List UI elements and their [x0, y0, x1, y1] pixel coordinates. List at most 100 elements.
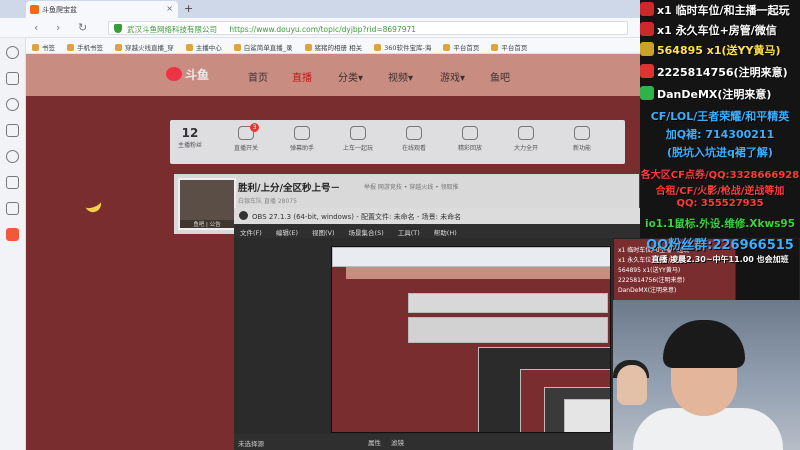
url-field[interactable]: 武汉斗鱼网络科技有限公司 https://www.douyu.com/topic… [108, 21, 628, 35]
reload-icon[interactable]: ↻ [78, 21, 87, 34]
overlay-line-12: io1.1鼠标.外设.维修.Xkws95 [644, 218, 796, 230]
menu-view[interactable]: 视图(V) [312, 229, 335, 237]
browser-sidebar [0, 38, 26, 450]
overlay-line-1: x1 临时车位/和主播一起玩 [640, 2, 800, 18]
search-icon[interactable] [6, 98, 19, 111]
app-icon[interactable] [6, 228, 19, 241]
tab-title: 斗鱼爬宝盆 [42, 6, 77, 14]
menu-tools[interactable]: 工具(T) [398, 229, 420, 237]
bookmark[interactable]: 手机书签 [67, 42, 103, 52]
tool-live-switch[interactable]: 3 直播开关 [226, 123, 266, 152]
star-icon[interactable] [6, 46, 19, 59]
car-badge-icon [640, 22, 654, 36]
wave-icon [294, 126, 310, 140]
bystander-face [617, 365, 647, 405]
obs-menubar: 文件(F) 编辑(E) 视图(V) 场景集合(S) 工具(T) 帮助(H) [234, 224, 640, 238]
close-tab-icon[interactable]: × [166, 4, 173, 13]
bookmark[interactable]: 平台首页 [443, 42, 479, 52]
video-icon[interactable] [6, 124, 19, 137]
streamer-avatar[interactable]: 鱼吧 | 公告 [178, 178, 236, 230]
overlay-line-3: 564895 x1(送YY黄马) [640, 42, 800, 58]
browser-tab-bar: 斗鱼爬宝盆 × + [0, 0, 640, 18]
bookmark[interactable]: 主播中心 [186, 42, 222, 52]
no-source-status: 未选择源 [238, 440, 264, 448]
pip-line-4: 2225814756(注明来意) [618, 277, 685, 284]
menu-edit[interactable]: 编辑(E) [276, 229, 298, 237]
tool-new[interactable]: 新功能 [562, 126, 602, 152]
tool-replay[interactable]: 精彩回放 [450, 126, 490, 152]
menu-scene-collection[interactable]: 场景集合(S) [349, 229, 384, 237]
obs-window: OBS 27.1.3 (64-bit, windows) - 配置文件: 未命名… [234, 208, 640, 450]
room-meta: 白银车队 直播 28075 [238, 198, 297, 205]
qq-fan-group: QQ粉丝群:226966515 [646, 238, 794, 253]
properties-button[interactable]: 属性 [368, 437, 381, 447]
chat-icon[interactable] [6, 150, 19, 163]
site-owner: 武汉斗鱼网络科技有限公司 [127, 25, 217, 34]
tool-online-watch[interactable]: 在线观看 [394, 126, 434, 152]
browser-tab[interactable]: 斗鱼爬宝盆 × [26, 1, 178, 18]
overlay-line-8: (脱坑入坑进q裙了解) [667, 146, 773, 159]
overlay-qq-group: QQ粉丝群:226966515 直播 凌晨2.30~中午11.00 也会加班 [640, 234, 800, 274]
anchor-toolbar: 12 主播粉丝 3 直播开关 弹幕助手 上车一起玩 在线观看 精彩回放 大力全开 新… [170, 120, 625, 164]
security-shield-icon [114, 24, 122, 33]
nav-game[interactable]: 游戏▾ [440, 69, 465, 84]
overlay-line-11: QQ: 355527935 [676, 198, 764, 209]
menu-file[interactable]: 文件(F) [240, 229, 262, 237]
overlay-line-2: x1 永久车位+房管/微信 [640, 22, 800, 38]
avatar-caption: 鱼吧 | 公告 [180, 220, 234, 228]
moon-decoration-icon [84, 199, 104, 215]
overlay-line-9: 各大区CF点券/QQ:3328666928 [640, 170, 800, 181]
screen: 斗鱼爬宝盆 × + ‹ › ↻ 武汉斗鱼网络科技有限公司 https://www… [0, 0, 800, 450]
obs-titlebar[interactable]: OBS 27.1.3 (64-bit, windows) - 配置文件: 未命名… [234, 208, 640, 224]
stream-schedule: 直播 凌晨2.30~中午11.00 也会加班 [651, 255, 789, 264]
obs-title: OBS 27.1.3 (64-bit, windows) - 配置文件: 未命名… [252, 213, 462, 221]
tool-danmaku[interactable]: 弹幕助手 [282, 126, 322, 152]
bookmark[interactable]: 猪猪的相册 相关 [305, 42, 363, 52]
nav-video[interactable]: 视频▾ [388, 69, 413, 84]
cart-icon[interactable] [6, 202, 19, 215]
bookmarks-bar: 书签 手机书签 穿越火线直播_穿 主播中心 白鲨简单直播_录 猪猪的相册 相关 360软件宝… [26, 38, 640, 54]
car-badge-icon [640, 2, 654, 16]
fan-count[interactable]: 12 主播粉丝 [170, 126, 210, 149]
bookmark[interactable]: 书签 [32, 42, 55, 52]
recursive-room-card [408, 317, 608, 343]
recursive-canvas-deep [564, 399, 610, 432]
streamer-hair [663, 320, 745, 368]
room-tags[interactable]: 举报 网游竞技 • 穿越火线 • 领取推 [364, 182, 459, 191]
book-icon[interactable] [6, 72, 19, 85]
tool-boost[interactable]: 大力全开 [506, 126, 546, 152]
douyu-logo[interactable]: 斗鱼 [166, 66, 209, 83]
forward-icon[interactable]: › [56, 21, 60, 34]
power-boost-icon [518, 126, 534, 140]
bookmark[interactable]: 白鲨简单直播_录 [234, 42, 293, 52]
filters-button[interactable]: 滤镜 [391, 437, 404, 447]
nav-live[interactable]: 直播 [292, 69, 312, 84]
nav-category[interactable]: 分类▾ [338, 69, 363, 84]
bookmark[interactable]: 360软件宝库-海 [374, 42, 431, 52]
nav-home[interactable]: 首页 [248, 69, 268, 84]
douyu-favicon-icon [30, 5, 39, 14]
recursive-browser-chrome [332, 247, 610, 267]
bookmark[interactable]: 穿越火线直播_穿 [115, 42, 174, 52]
overlay-line-10: 合租/CF/火影/枪战/逆战等加 [655, 186, 785, 197]
tool-carpool[interactable]: 上车一起玩 [338, 126, 378, 152]
pip-line-5: DanDeMX(注明来意) [618, 287, 677, 294]
obs-preview-canvas[interactable] [331, 246, 611, 433]
gold-icon [640, 42, 654, 56]
car-icon [350, 126, 366, 140]
room-title: 胜利/上分/全区秒上号－ [238, 183, 340, 194]
site-header: 斗鱼 首页 直播 分类▾ 视频▾ 游戏▾ 鱼吧 [26, 54, 640, 96]
overlay-line-5: DanDeMX(注明来意) [640, 86, 800, 102]
overlay-line-6: CF/LOL/王者荣耀/和平精英 [650, 110, 790, 123]
webcam-feed [613, 300, 800, 450]
new-tab-button[interactable]: + [184, 2, 193, 15]
bookmark[interactable]: 平台首页 [491, 42, 527, 52]
obs-logo-icon [239, 211, 248, 220]
menu-help[interactable]: 帮助(H) [434, 229, 457, 237]
nav-fishbar[interactable]: 鱼吧 [490, 69, 510, 84]
overlay-line-7: 加Q裙: 714300211 [665, 128, 775, 141]
obs-source-bar: 未选择源 属性 滤镜 [234, 434, 640, 450]
tv-icon [574, 126, 590, 140]
back-icon[interactable]: ‹ [34, 21, 38, 34]
box-icon[interactable] [6, 176, 19, 189]
